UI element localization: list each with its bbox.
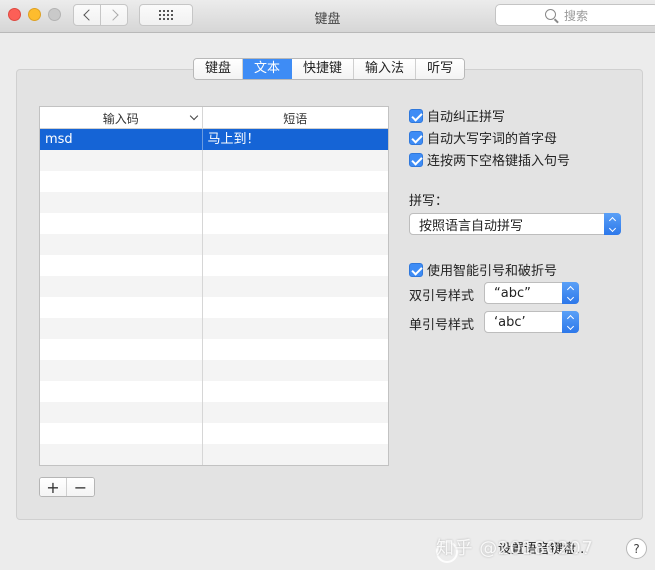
watermark-logo-icon	[436, 541, 458, 563]
autocorrect-label: 自动纠正拼写	[427, 110, 506, 125]
column-header-input[interactable]: 输入码	[40, 107, 203, 129]
spelling-select[interactable]: 按照语言自动拼写	[409, 213, 621, 235]
table-row[interactable]: msd 马上到！	[40, 129, 388, 150]
table-row-empty	[40, 150, 388, 171]
checkmark-icon	[409, 152, 423, 167]
table-rows: msd 马上到！	[40, 129, 388, 465]
title-bar: 键盘 搜索	[0, 0, 655, 33]
table-row-empty	[40, 444, 388, 465]
add-remove-control: + −	[39, 477, 95, 497]
search-placeholder: 搜索	[564, 8, 589, 23]
column-header-phrase[interactable]: 短语	[203, 107, 388, 129]
cell-phrase	[203, 318, 388, 339]
sort-chevron-icon	[189, 111, 198, 121]
cell-phrase	[203, 423, 388, 444]
table-row-empty	[40, 318, 388, 339]
cell-input	[40, 297, 203, 318]
column-header-phrase-label: 短语	[283, 111, 308, 126]
cell-input	[40, 402, 203, 423]
cell-input	[40, 381, 203, 402]
cell-phrase	[203, 444, 388, 465]
search-field[interactable]: 搜索	[495, 4, 655, 26]
checkmark-icon	[409, 262, 423, 277]
cell-phrase	[203, 360, 388, 381]
cell-phrase	[203, 150, 388, 171]
search-icon	[545, 9, 556, 20]
double-quote-label: 双引号样式	[409, 289, 475, 304]
cell-input	[40, 234, 203, 255]
single-quote-select[interactable]: ‘abc’	[484, 311, 579, 333]
cell-input	[40, 360, 203, 381]
updown-arrows-icon	[604, 213, 621, 235]
cell-phrase	[203, 402, 388, 423]
cell-phrase	[203, 276, 388, 297]
double-quote-select[interactable]: “abc”	[484, 282, 579, 304]
tab-shortcuts[interactable]: 快捷键	[292, 59, 355, 79]
tab-keyboard[interactable]: 键盘	[194, 59, 244, 79]
table-row-empty	[40, 381, 388, 402]
cell-input	[40, 444, 203, 465]
double-space-label: 连按两下空格键插入句号	[427, 154, 571, 169]
table-row-empty	[40, 276, 388, 297]
table-row-empty	[40, 297, 388, 318]
checkmark-icon	[409, 108, 423, 123]
cell-input	[40, 423, 203, 444]
cell-input	[40, 255, 203, 276]
cell-input	[40, 171, 203, 192]
tab-input-sources[interactable]: 输入法	[354, 59, 417, 79]
remove-button[interactable]: −	[67, 478, 94, 496]
cell-phrase	[203, 234, 388, 255]
tab-dictation[interactable]: 听写	[416, 59, 465, 79]
cell-phrase	[203, 171, 388, 192]
autocap-label: 自动大写字词的首字母	[427, 132, 558, 147]
cell-phrase	[203, 381, 388, 402]
table-row-empty	[40, 360, 388, 381]
cell-input	[40, 213, 203, 234]
cell-input	[40, 150, 203, 171]
autocap-checkbox[interactable]: 自动大写字词的首字母	[409, 128, 557, 147]
double-space-checkbox[interactable]: 连按两下空格键插入句号	[409, 150, 570, 169]
cell-input	[40, 192, 203, 213]
add-button[interactable]: +	[40, 478, 68, 496]
table-row-empty	[40, 192, 388, 213]
column-header-input-label: 输入码	[102, 111, 139, 126]
table-row-empty	[40, 234, 388, 255]
cell-phrase[interactable]: 马上到！	[203, 129, 388, 150]
updown-arrows-icon	[562, 282, 579, 304]
single-quote-value: ‘abc’	[494, 314, 526, 330]
smart-quotes-checkbox[interactable]: 使用智能引号和破折号	[409, 260, 557, 279]
setup-keyboard-button[interactable]: 设置语音键盘...	[498, 538, 588, 557]
table-header: 输入码 短语	[40, 107, 388, 129]
cell-phrase	[203, 192, 388, 213]
spelling-value: 按照语言自动拼写	[419, 218, 524, 234]
table-row-empty	[40, 339, 388, 360]
double-quote-value: “abc”	[494, 285, 531, 301]
cell-phrase	[203, 339, 388, 360]
cell-phrase	[203, 213, 388, 234]
tab-text[interactable]: 文本	[243, 59, 293, 79]
tab-bar: 键盘 文本 快捷键 输入法 听写	[193, 58, 466, 80]
text-replacement-table[interactable]: 输入码 短语 msd 马上到！	[39, 106, 389, 466]
table-row-empty	[40, 402, 388, 423]
table-row-empty	[40, 171, 388, 192]
autocorrect-checkbox[interactable]: 自动纠正拼写	[409, 106, 505, 125]
checkmark-icon	[409, 130, 423, 145]
smart-quotes-label: 使用智能引号和破折号	[427, 264, 558, 279]
table-row-empty	[40, 423, 388, 444]
table-row-empty	[40, 255, 388, 276]
single-quote-label: 单引号样式	[409, 318, 475, 333]
cell-input	[40, 339, 203, 360]
help-button[interactable]: ?	[626, 538, 647, 559]
table-row-empty	[40, 213, 388, 234]
cell-phrase	[203, 297, 388, 318]
cell-input	[40, 318, 203, 339]
cell-input[interactable]: msd	[40, 129, 203, 150]
spelling-label: 拼写：	[409, 194, 449, 209]
updown-arrows-icon	[562, 311, 579, 333]
cell-phrase	[203, 255, 388, 276]
cell-input	[40, 276, 203, 297]
